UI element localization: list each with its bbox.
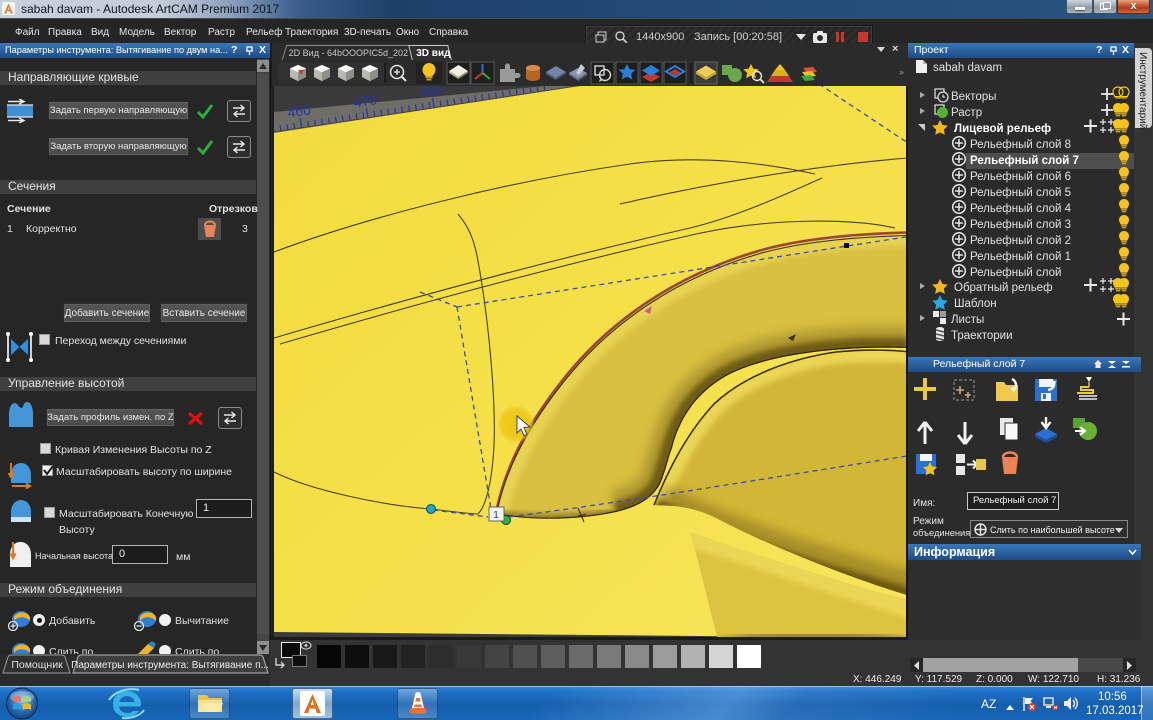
svg-text:sabah davam: sabah davam xyxy=(933,62,1002,74)
svg-text:Обратный рельеф: Обратный рельеф xyxy=(954,282,1053,294)
svg-text:Рельефный слой 7: Рельефный слой 7 xyxy=(970,155,1079,167)
svg-text:Листы: Листы xyxy=(951,314,984,326)
svg-text:Рельефный слой 1: Рельефный слой 1 xyxy=(970,251,1071,263)
svg-text:Рельефный слой: Рельефный слой xyxy=(970,267,1061,279)
svg-text:Рельефный слой 3: Рельефный слой 3 xyxy=(970,219,1071,231)
svg-text:Траектории: Траектории xyxy=(951,330,1013,342)
svg-text:Лицевой рельеф: Лицевой рельеф xyxy=(954,123,1051,135)
svg-text:Растр: Растр xyxy=(951,107,982,119)
svg-text:Шаблон: Шаблон xyxy=(954,298,997,310)
svg-text:Рельефный слой 4: Рельефный слой 4 xyxy=(970,203,1072,215)
svg-text:Помощник: Помощник xyxy=(11,659,63,671)
svg-text:1: 1 xyxy=(493,509,499,521)
svg-text:»: » xyxy=(899,67,904,77)
svg-text:Рельефный слой 5: Рельефный слой 5 xyxy=(970,187,1071,199)
svg-text:Рельефный слой 2: Рельефный слой 2 xyxy=(970,235,1071,247)
svg-text:Параметры инструмента: Вытягив: Параметры инструмента: Вытягивание п... xyxy=(71,660,269,671)
svg-text:Векторы: Векторы xyxy=(951,91,996,103)
svg-text:Рельефный слой 8: Рельефный слой 8 xyxy=(970,139,1071,151)
svg-text:Рельефный слой 6: Рельефный слой 6 xyxy=(970,171,1071,183)
